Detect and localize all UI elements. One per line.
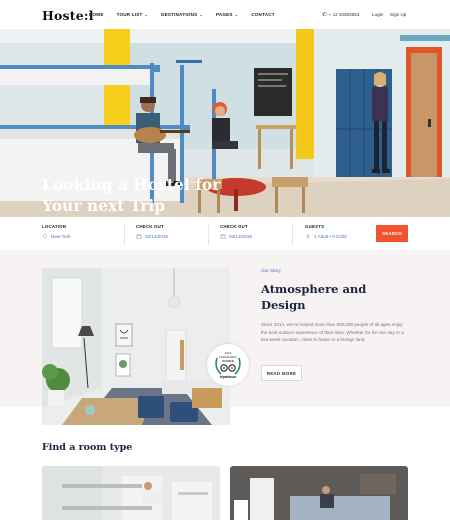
phone-number[interactable]: ✆ + 12 40503554 (322, 12, 359, 18)
hero-title: Looking a Hostel for Your next Trip (42, 175, 221, 215)
menu-item-label: DESTINATIONS (161, 12, 198, 17)
chevron-down-icon: ⌄ (234, 12, 239, 17)
check-out-label: CHECK OUT (220, 224, 248, 229)
menu-item-home[interactable]: HOME (89, 12, 104, 17)
booking-search-bar: LOCATION New York CHECK OUT 03/12/2018 C… (0, 217, 450, 250)
guests-field[interactable]: GUESTS 1 Adult • 0 Child (305, 224, 347, 239)
room-photo (42, 268, 230, 425)
room-photo (230, 466, 408, 520)
hero-banner: Looking a Hostel for Your next Trip (0, 29, 450, 217)
about-title: Atmosphere and Design (261, 282, 367, 312)
check-out-text: 03/12/2018 (229, 234, 252, 239)
location-label: LOCATION (42, 224, 67, 229)
guests-text: 1 Adult • 0 Child (314, 234, 347, 239)
menu-item-label: TOUR LIST (116, 12, 143, 17)
location-value[interactable]: New York (42, 234, 70, 239)
rooms-section-title: Find a room type (42, 442, 133, 453)
site-logo[interactable]: Hoste:l (42, 8, 94, 23)
check-out-value[interactable]: 03/12/2018 (136, 234, 168, 239)
menu-item-contact[interactable]: CONTACT (251, 12, 275, 17)
check-out-field-2[interactable]: CHECK OUT 03/12/2018 (220, 224, 252, 239)
field-divider (124, 223, 125, 245)
search-button[interactable]: SEARCH (376, 225, 408, 242)
phone-label: + 12 40503554 (328, 12, 360, 17)
location-field[interactable]: LOCATION New York (42, 224, 70, 239)
menu-item-destinations[interactable]: DESTINATIONS ⌄ (161, 12, 203, 17)
location-text: New York (51, 234, 71, 239)
phone-icon: ✆ (322, 12, 327, 18)
chevron-down-icon: ⌄ (199, 12, 203, 17)
signup-link[interactable]: Sign Up (390, 12, 406, 17)
login-link[interactable]: Login (372, 12, 383, 17)
top-navbar: Hoste:l HOME TOUR LIST ⌄ DESTINATIONS ⌄ PA… (0, 0, 450, 29)
section-eyebrow: Our Story (261, 268, 281, 273)
field-divider (208, 223, 209, 245)
check-out-value[interactable]: 03/12/2018 (220, 234, 252, 239)
about-room-photo (42, 268, 230, 425)
user-icon (305, 234, 311, 239)
room-photo (42, 466, 220, 520)
field-divider (292, 223, 293, 245)
main-menu: HOME TOUR LIST ⌄ DESTINATIONS ⌄ PAGES ⌄ CON… (89, 12, 288, 17)
guests-value[interactable]: 1 Adult • 0 Child (305, 234, 347, 239)
menu-item-label: HOME (89, 12, 104, 17)
check-out-text: 03/12/2018 (145, 234, 168, 239)
room-card-lounge[interactable] (230, 466, 408, 520)
award-line: CHOICE (222, 359, 234, 363)
location-pin-icon (43, 234, 47, 239)
about-description: Since 2014, we've helped more than 500,0… (261, 322, 404, 342)
award-brand: tripadvisor (219, 375, 237, 379)
menu-item-pages[interactable]: PAGES ⌄ (216, 12, 238, 17)
menu-item-label: PAGES (215, 12, 233, 17)
menu-item-label: CONTACT (251, 12, 275, 17)
calendar-icon (220, 234, 226, 239)
guests-label: GUESTS (305, 224, 325, 229)
check-out-field[interactable]: CHECK OUT 03/12/2018 (136, 224, 168, 239)
calendar-icon (136, 234, 142, 239)
menu-item-tour-list[interactable]: TOUR LIST ⌄ (117, 12, 149, 17)
chevron-down-icon: ⌄ (144, 12, 149, 17)
check-out-label: CHECK OUT (136, 224, 164, 229)
tripadvisor-award-badge: 2019 TRAVELERS' CHOICE tripadvisor (207, 344, 249, 386)
room-card-dorm[interactable] (42, 466, 220, 520)
read-more-button[interactable]: READ MORE (261, 365, 302, 381)
